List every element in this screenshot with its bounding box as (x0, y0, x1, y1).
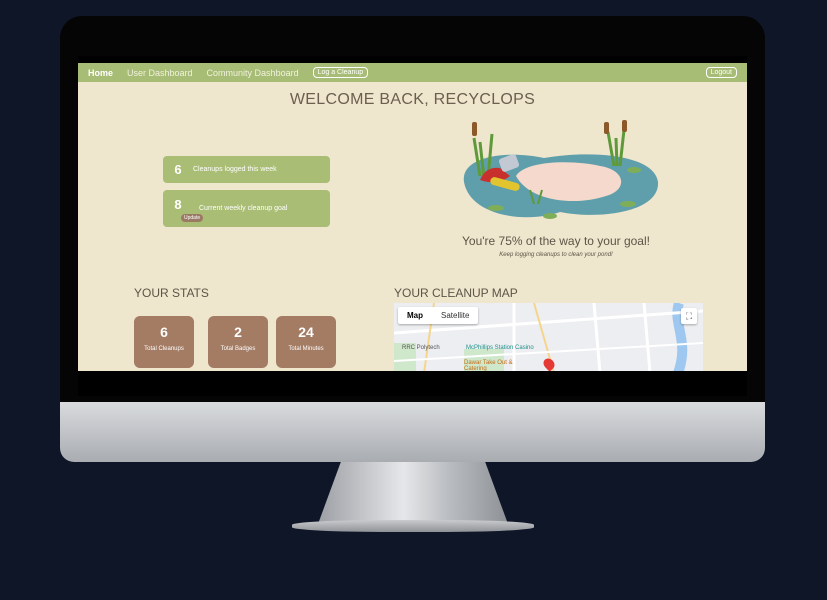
nav-home[interactable]: Home (88, 68, 113, 78)
app-window: Home User Dashboard Community Dashboard … (78, 63, 747, 371)
stats-title: YOUR STATS (134, 286, 209, 300)
map-label: RRC Polytech (402, 345, 440, 351)
cleanups-logged-card: 6 Cleanups logged this week (163, 156, 330, 183)
satellite-tab[interactable]: Satellite (432, 307, 478, 324)
stat-total-minutes: 24 Total Minutes (276, 316, 336, 368)
fullscreen-icon[interactable]: ⛶ (681, 308, 697, 324)
log-cleanup-button[interactable]: Log a Cleanup (312, 67, 369, 78)
stat-value: 2 (234, 324, 242, 340)
monitor-stand (318, 462, 508, 524)
progress-headline: You're 75% of the way to your goal! (462, 234, 650, 248)
stat-total-cleanups: 6 Total Cleanups (134, 316, 194, 368)
map-title: YOUR CLEANUP MAP (394, 286, 518, 300)
stat-label: Total Minutes (288, 346, 324, 352)
cleanups-logged-count: 6 (174, 162, 182, 177)
stat-total-badges: 2 Total Badges (208, 316, 268, 368)
update-goal-button[interactable]: Update (181, 214, 204, 222)
monitor-screen: Home User Dashboard Community Dashboard … (78, 56, 747, 396)
page-title: WELCOME BACK, RECYCLOPS (289, 91, 536, 108)
nav-community-dashboard[interactable]: Community Dashboard (207, 68, 299, 78)
progress-subtext: Keep logging cleanups to clean your pond… (499, 252, 613, 258)
monitor-chin (60, 402, 765, 462)
logout-button[interactable]: Logout (705, 67, 737, 78)
map-label: Dawar Take Out & Catering (464, 360, 513, 371)
monitor-foot (292, 520, 534, 532)
map-tab[interactable]: Map (398, 307, 432, 324)
weekly-goal-card: 8 Current weekly cleanup goal Update (163, 190, 330, 227)
stat-value: 24 (298, 324, 314, 340)
weekly-goal-label: Current weekly cleanup goal (199, 205, 288, 212)
map-label: McPhillips Station Casino (466, 345, 534, 351)
stat-label: Total Badges (220, 346, 256, 352)
pond-illustration (463, 120, 659, 219)
stat-value: 6 (160, 324, 168, 340)
top-nav: Home User Dashboard Community Dashboard … (78, 63, 747, 82)
stat-label: Total Cleanups (144, 346, 184, 352)
weekly-goal-count: 8 (174, 197, 182, 212)
nav-user-dashboard[interactable]: User Dashboard (127, 68, 193, 78)
map-type-toggle: Map Satellite (398, 307, 479, 324)
cleanups-logged-label: Cleanups logged this week (193, 166, 277, 173)
cleanup-map[interactable]: Map Satellite ⛶ RRC Polytech McPhillips … (394, 303, 703, 371)
